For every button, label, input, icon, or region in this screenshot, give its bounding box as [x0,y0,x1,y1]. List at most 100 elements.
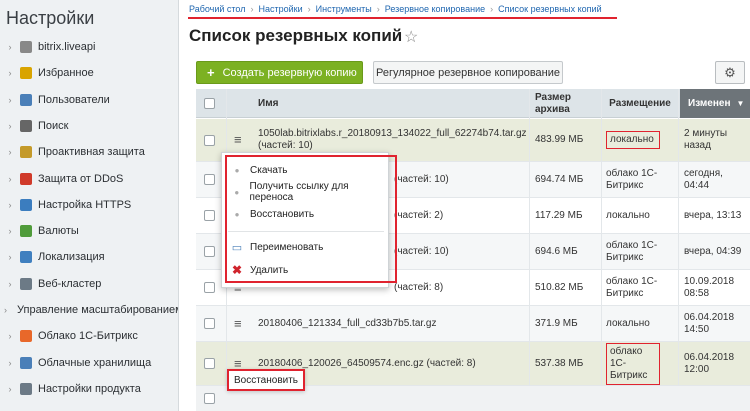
gear-icon [20,382,32,395]
chevron-right-icon[interactable]: › [4,147,16,157]
header-name[interactable]: Имя [258,89,518,118]
placement-label: облако 1С-Битрикс [606,239,658,263]
restore-popup-button[interactable]: Восстановить [227,369,305,391]
sidebar-title: Настройки [6,8,95,28]
backup-changed: 06.04.2018 14:50 [684,311,735,335]
backup-placement: локально [606,119,676,161]
page-title: Список резервных копий [189,26,403,45]
row-checkbox[interactable] [204,119,218,161]
chevron-right-icon[interactable]: › [4,95,16,105]
row-checkbox[interactable] [204,234,218,269]
sidebar-item[interactable]: › Проактивная защита [0,141,178,163]
favorite-star-icon[interactable]: ☆ [404,27,418,47]
bullet-icon [20,41,32,53]
cluster-icon [20,277,32,290]
create-backup-label: Создать резервную копию [222,66,357,79]
sidebar-item[interactable]: › Избранное [0,62,178,84]
sidebar-item[interactable]: › Поиск [0,115,178,137]
backup-placement: облако 1С-Битрикс [606,342,676,385]
sidebar: Настройки › bitrix.liveapi › Избранное › Поль… [0,0,179,411]
chevron-right-icon[interactable]: › [4,331,16,341]
sidebar-item-label: Избранное [38,67,94,80]
currency-icon [20,225,32,238]
create-backup-button[interactable]: + Создать резервную копию [196,61,363,84]
chevron-right-icon[interactable]: › [4,384,16,394]
backup-changed: сегодня, 04:44 [684,167,723,191]
sidebar-item[interactable]: › Настройки продукта [0,378,178,400]
row-checkbox[interactable] [204,342,218,385]
chevron-right-icon[interactable]: › [4,279,16,289]
sort-desc-icon: ▼ [736,99,745,108]
https-icon [20,198,32,211]
sidebar-item[interactable]: › Облачные хранилища [0,352,178,374]
main-area: Рабочий стол › Настройки › Инструменты › Ре… [179,0,750,411]
sidebar-item[interactable]: › Управление масштабированием [0,299,178,321]
sidebar-item-label: Облако 1С-Битрикс [38,330,138,343]
breadcrumb-item[interactable]: Резервное копирование [385,4,485,14]
breadcrumb-item-current: Список резервных копий [498,4,602,14]
backup-name: (частей: 2) [394,209,444,221]
chevron-right-icon[interactable]: › [4,68,16,78]
placement-label: облако 1С-Битрикс [606,275,658,299]
breadcrumb-item[interactable]: Инструменты [316,4,372,14]
chevron-right-icon[interactable]: › [4,174,16,184]
menu-icon[interactable]: ≡ [234,306,248,341]
backup-name: 20180406_121334_full_cd33b7b5.tar.gz [258,317,437,329]
user-icon [20,93,32,106]
chevron-right-icon[interactable]: › [4,42,16,52]
regular-backup-button[interactable]: Регулярное резервное копирование [373,61,563,84]
backup-changed: 10.09.2018 08:58 [684,275,735,299]
header-changed[interactable]: Изменен ▼ [680,89,750,118]
footer-checkbox[interactable] [204,393,215,404]
sidebar-item-label: Настройки продукта [38,382,141,395]
sidebar-item[interactable]: › Веб-кластер [0,273,178,295]
table-row[interactable]: ≡ 20180406_121334_full_cd33b7b5.tar.gz 371… [196,306,750,342]
sidebar-item[interactable]: › Валюты [0,220,178,242]
chevron-right-icon[interactable]: › [4,200,16,210]
chevron-right-icon[interactable]: › [4,252,16,262]
settings-button[interactable]: ⚙ [715,61,745,84]
row-checkbox[interactable] [204,270,218,305]
sidebar-item-label: Поиск [38,119,69,132]
sidebar-item[interactable]: › bitrix.liveapi [0,36,178,58]
header-placement[interactable]: Размещение [606,89,674,118]
breadcrumb-highlight [188,17,617,19]
breadcrumb-item[interactable]: Рабочий стол [189,4,246,14]
breadcrumb-item[interactable]: Настройки [259,4,303,14]
sidebar-item-label: Валюты [38,225,79,238]
sidebar-item-label: Настройка HTTPS [38,198,132,211]
chevron-right-icon[interactable]: › [4,305,7,315]
backup-placement: облако 1С-Битрикс [606,234,676,269]
sidebar-item[interactable]: › Настройка HTTPS [0,194,178,216]
regular-backup-label: Регулярное резервное копирование [375,66,561,79]
row-checkbox[interactable] [204,306,218,341]
backup-changed: 2 минуты назад [684,128,728,151]
sidebar-item[interactable]: › Защита от DDoS [0,168,178,190]
backup-size: 694.6 МБ [535,245,578,257]
backup-size: 510.82 МБ [535,281,584,293]
gear-icon: ⚙ [724,64,736,80]
row-checkbox[interactable] [204,162,218,197]
search-icon [20,119,32,132]
backup-size: 117.29 МБ [535,209,583,221]
globe-icon [20,251,32,264]
sidebar-item[interactable]: › Локализация [0,246,178,268]
sidebar-item[interactable]: › Облако 1С-Битрикс [0,325,178,347]
backup-name: (частей: 8) [394,281,444,293]
placement-label: облако 1С-Битрикс [606,167,658,191]
star-icon [20,67,32,80]
placement-label: локально [606,131,660,149]
plus-icon: + [207,65,215,80]
sidebar-item-label: Облачные хранилища [38,356,152,369]
sidebar-item[interactable]: › Пользователи [0,89,178,111]
chevron-right-icon[interactable]: › [4,121,16,131]
header-size[interactable]: Размер архива [535,89,597,118]
sidebar-item-label: Веб-кластер [38,277,102,290]
row-checkbox[interactable] [204,198,218,233]
backup-size: 483.99 МБ [535,134,584,145]
select-all-checkbox[interactable] [204,89,218,118]
breadcrumb: Рабочий стол › Настройки › Инструменты › Ре… [189,4,602,14]
chevron-right-icon[interactable]: › [4,226,16,236]
backup-changed: вчера, 04:39 [684,245,742,257]
chevron-right-icon[interactable]: › [4,358,16,368]
